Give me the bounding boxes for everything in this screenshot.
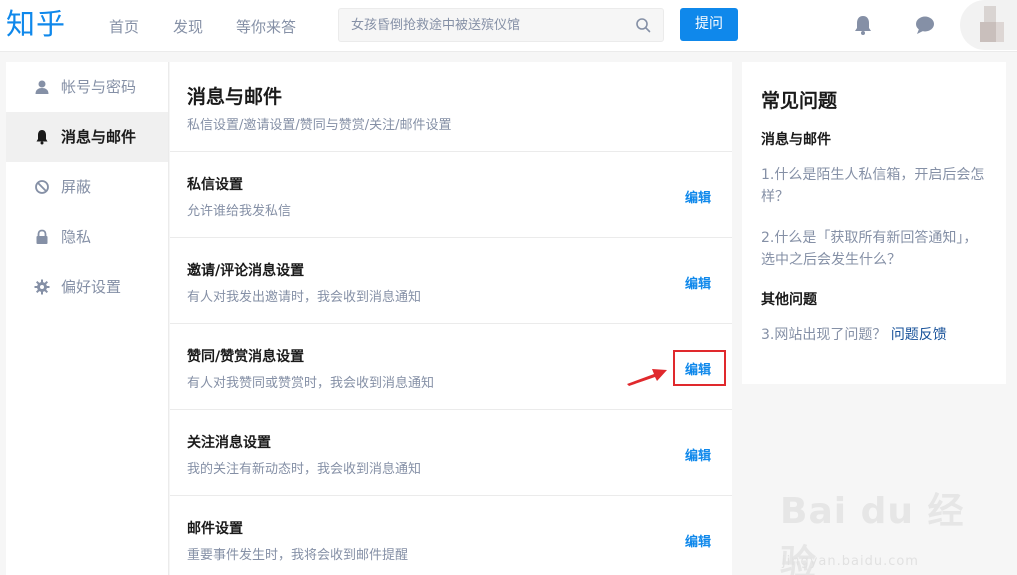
avatar-pixel [980, 22, 996, 42]
sidebar-item-label: 屏蔽 [61, 178, 92, 196]
settings-row-email: 邮件设置 重要事件发生时，我将会收到邮件提醒 编辑 [170, 495, 732, 575]
edit-button[interactable]: 编辑 [685, 187, 711, 206]
edit-button[interactable]: 编辑 [685, 531, 711, 550]
top-bar: 知乎 首页 发现 等你来答 提问 [0, 0, 1017, 52]
faq-question[interactable]: 1.什么是陌生人私信箱，开启后会怎样？ [761, 164, 991, 208]
bell-icon [36, 130, 48, 145]
row-description: 重要事件发生时，我将会收到邮件提醒 [187, 548, 409, 563]
faq-panel: 常见问题 消息与邮件 1.什么是陌生人私信箱，开启后会怎样？ 2.什么是「获取所… [742, 62, 1006, 384]
row-description: 我的关注有新动态时，我会收到消息通知 [187, 462, 422, 477]
faq-section-title: 其他问题 [761, 292, 817, 308]
avatar[interactable] [960, 0, 1017, 50]
faq-title: 常见问题 [761, 90, 838, 112]
page-subtitle: 私信设置/邀请设置/赞同与赞赏/关注/邮件设置 [187, 118, 452, 133]
settings-row-invite-comment: 邀请/评论消息设置 有人对我发出邀请时，我会收到消息通知 编辑 [170, 237, 732, 323]
settings-row-private-message: 私信设置 允许谁给我发私信 编辑 [170, 151, 732, 237]
zhihu-logo[interactable]: 知乎 [6, 4, 66, 44]
edit-button[interactable]: 编辑 [685, 273, 711, 292]
chat-bubble-icon[interactable] [914, 14, 936, 36]
red-arrow-icon [627, 369, 667, 386]
baidu-jingyan-watermark: Bai du 经验 jingyan.baidu.com [780, 480, 1000, 575]
sidebar-item-messages-email[interactable]: 消息与邮件 [6, 112, 168, 162]
row-title: 邮件设置 [187, 521, 243, 537]
nav-discover[interactable]: 发现 [173, 16, 203, 37]
search-icon[interactable] [635, 17, 651, 33]
avatar-pixel [996, 22, 1004, 42]
sidebar-item-block[interactable]: 屏蔽 [6, 162, 168, 212]
sidebar-item-privacy[interactable]: 隐私 [6, 212, 168, 262]
row-title: 关注消息设置 [187, 435, 271, 451]
watermark-url: jingyan.baidu.com [782, 554, 919, 569]
sidebar-item-preferences[interactable]: 偏好设置 [6, 262, 168, 312]
page-title: 消息与邮件 [187, 86, 283, 108]
sidebar-item-account-password[interactable]: 帐号与密码 [6, 62, 168, 112]
bell-icon[interactable] [852, 14, 874, 36]
lock-icon [36, 229, 48, 244]
row-title: 赞同/赞赏消息设置 [187, 349, 305, 365]
faq-question[interactable]: 2.什么是「获取所有新回答通知」，选中之后会发生什么？ [761, 227, 991, 271]
row-description: 有人对我赞同或赞赏时，我会收到消息通知 [187, 376, 435, 391]
sidebar-item-label: 帐号与密码 [61, 78, 137, 96]
faq-question: 3.网站出现了问题？ 问题反馈 [761, 324, 991, 346]
row-title: 邀请/评论消息设置 [187, 263, 305, 279]
settings-row-follow: 关注消息设置 我的关注有新动态时，我会收到消息通知 编辑 [170, 409, 732, 495]
sidebar-item-label: 消息与邮件 [61, 128, 137, 146]
row-description: 有人对我发出邀请时，我会收到消息通知 [187, 290, 422, 305]
row-title: 私信设置 [187, 177, 243, 193]
feedback-link[interactable]: 问题反馈 [891, 327, 947, 343]
search-input[interactable] [339, 9, 619, 41]
block-icon [35, 180, 49, 194]
settings-main-panel: 消息与邮件 私信设置/邀请设置/赞同与赞赏/关注/邮件设置 私信设置 允许谁给我… [170, 62, 732, 575]
sidebar-item-label: 偏好设置 [61, 278, 122, 296]
settings-sidebar: 帐号与密码 消息与邮件 屏蔽 隐私 偏好设置 [6, 62, 169, 575]
search-box [338, 8, 664, 42]
ask-question-button[interactable]: 提问 [680, 8, 738, 41]
faq-section-title: 消息与邮件 [761, 132, 831, 148]
gear-icon [34, 279, 50, 295]
nav-home[interactable]: 首页 [109, 16, 139, 37]
row-description: 允许谁给我发私信 [187, 204, 292, 219]
sidebar-item-label: 隐私 [61, 228, 92, 246]
highlight-box [673, 350, 726, 386]
user-icon [35, 80, 49, 94]
faq-question-text: 3.网站出现了问题？ [761, 327, 887, 343]
edit-button[interactable]: 编辑 [685, 445, 711, 464]
nav-waiting-answers[interactable]: 等你来答 [236, 16, 296, 37]
